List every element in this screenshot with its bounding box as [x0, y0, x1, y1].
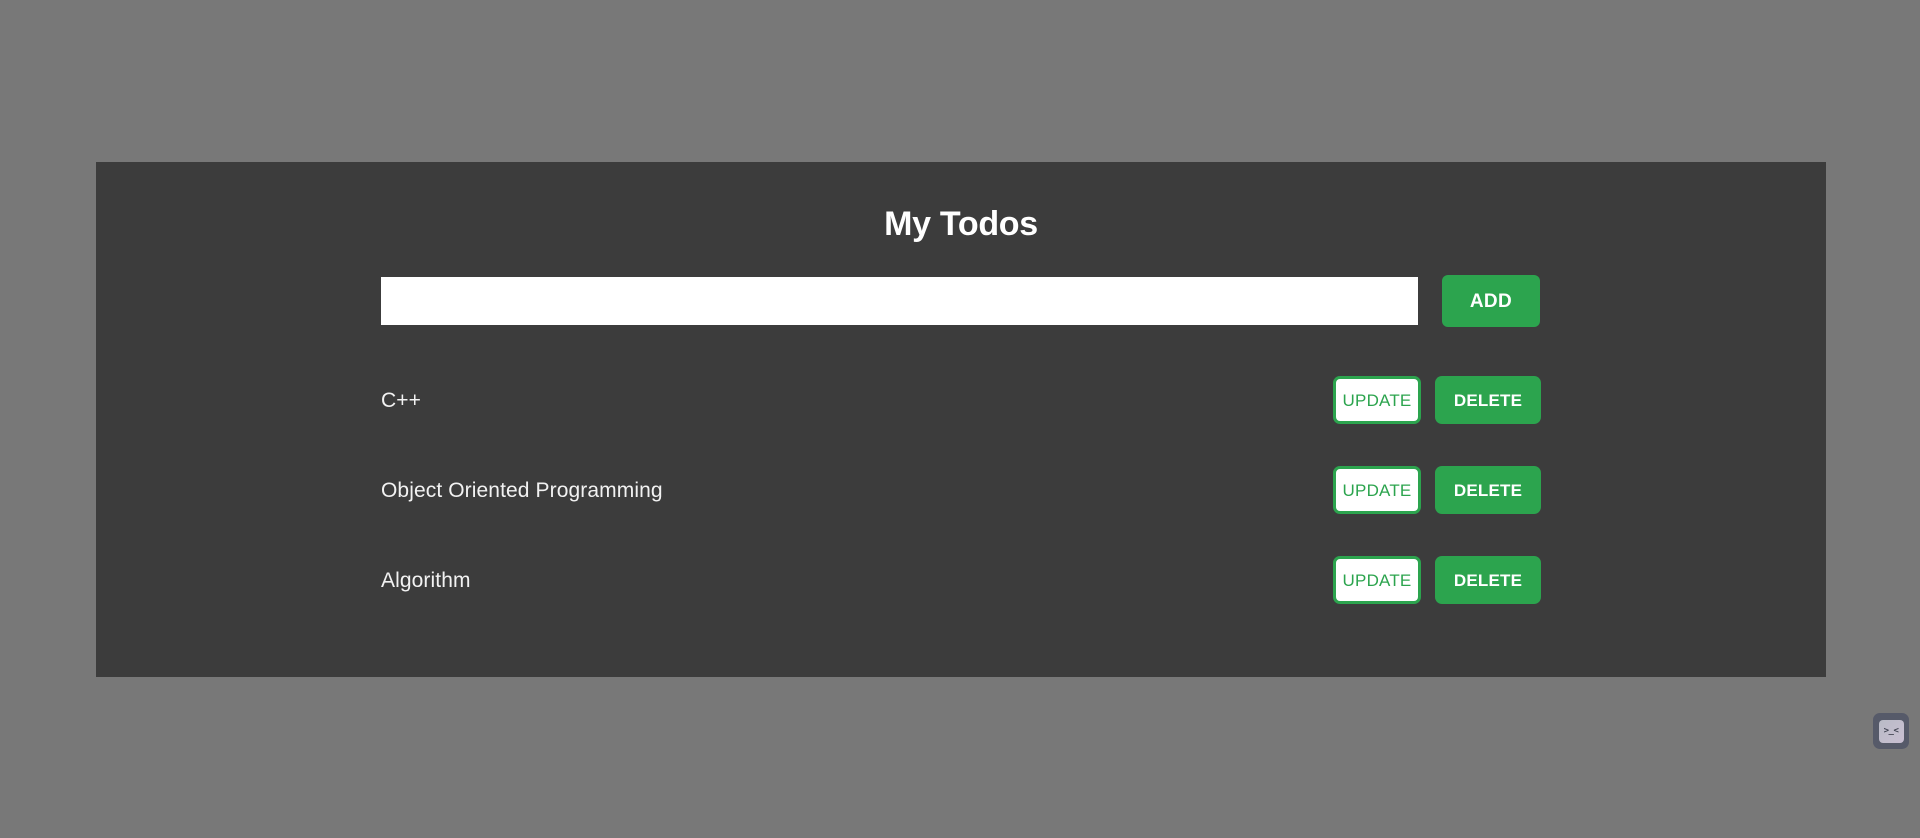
todo-row-actions: UPDATE DELETE: [1333, 466, 1541, 514]
add-todo-button[interactable]: ADD: [1442, 275, 1540, 327]
delete-todo-button[interactable]: DELETE: [1435, 376, 1541, 424]
update-todo-button[interactable]: UPDATE: [1333, 466, 1421, 514]
update-todo-button[interactable]: UPDATE: [1333, 556, 1421, 604]
todo-row-actions: UPDATE DELETE: [1333, 376, 1541, 424]
todo-row: Algorithm UPDATE DELETE: [381, 535, 1541, 625]
todo-card: My Todos ADD C++ UPDATE DELETE Object Or…: [96, 162, 1826, 677]
delete-todo-button[interactable]: DELETE: [1435, 466, 1541, 514]
todo-text-input[interactable]: [381, 277, 1418, 325]
todo-row: C++ UPDATE DELETE: [381, 355, 1541, 445]
terminal-icon[interactable]: >_<: [1873, 713, 1909, 749]
delete-todo-button[interactable]: DELETE: [1435, 556, 1541, 604]
todo-item-label: Algorithm: [381, 568, 471, 592]
page-title: My Todos: [884, 205, 1038, 243]
terminal-prompt-glyph: >_<: [1878, 719, 1904, 743]
todo-item-label: Object Oriented Programming: [381, 478, 663, 502]
todo-row-actions: UPDATE DELETE: [1333, 556, 1541, 604]
todo-item-label: C++: [381, 388, 421, 412]
add-todo-form: ADD: [96, 275, 1826, 327]
todo-list: C++ UPDATE DELETE Object Oriented Progra…: [96, 355, 1826, 625]
todo-row: Object Oriented Programming UPDATE DELET…: [381, 445, 1541, 535]
update-todo-button[interactable]: UPDATE: [1333, 376, 1421, 424]
